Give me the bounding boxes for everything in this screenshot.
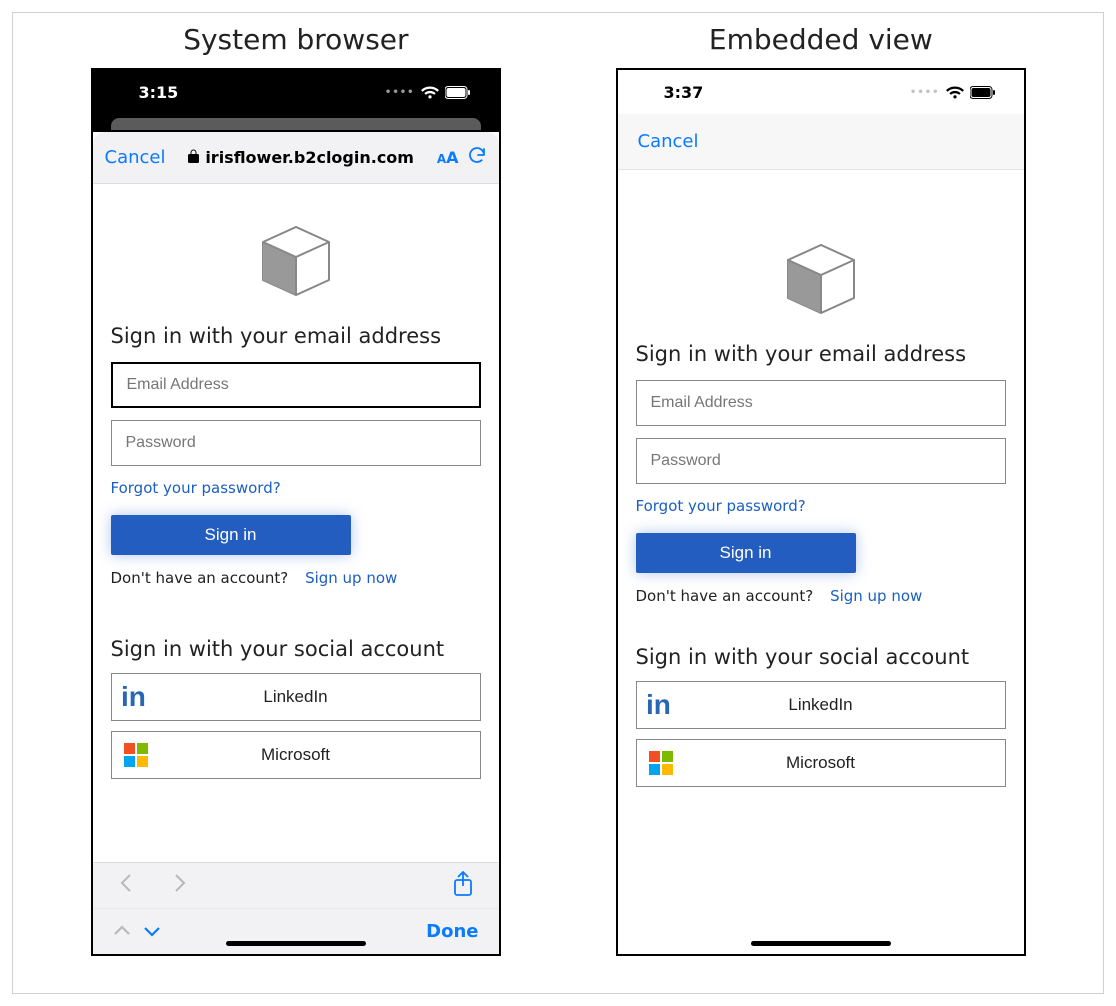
- no-account-text: Don't have an account?: [636, 587, 814, 605]
- microsoft-button[interactable]: Microsoft: [636, 739, 1006, 787]
- microsoft-label: Microsoft: [160, 745, 480, 765]
- comparison-container: System browser Embedded view 3:15 ••••: [12, 12, 1104, 994]
- microsoft-label: Microsoft: [685, 753, 1005, 773]
- status-time: 3:37: [664, 83, 704, 102]
- no-account-text: Don't have an account?: [111, 569, 289, 587]
- microsoft-button[interactable]: Microsoft: [111, 731, 481, 779]
- email-field[interactable]: [111, 362, 481, 408]
- url-text: irisflower.b2clogin.com: [205, 148, 414, 167]
- svg-text:in: in: [121, 683, 146, 711]
- page-content: Sign in with your email address Forgot y…: [618, 170, 1024, 954]
- cancel-button[interactable]: Cancel: [105, 147, 166, 168]
- email-field[interactable]: [636, 380, 1006, 426]
- refresh-button[interactable]: [467, 145, 487, 170]
- app-logo: [111, 222, 481, 300]
- lock-icon: [188, 149, 199, 167]
- status-bar: 3:37 ••••: [618, 70, 1024, 114]
- phone-system-browser: 3:15 •••• Cancel ir: [91, 68, 501, 956]
- safari-toolbar: [93, 862, 499, 908]
- done-button[interactable]: Done: [426, 921, 478, 942]
- social-heading: Sign in with your social account: [111, 637, 481, 661]
- share-button[interactable]: [453, 871, 473, 901]
- find-prev-button[interactable]: [113, 921, 131, 942]
- cancel-button[interactable]: Cancel: [638, 131, 699, 152]
- home-indicator: [751, 941, 891, 946]
- back-button[interactable]: [119, 873, 133, 899]
- reader-button[interactable]: AA: [437, 148, 459, 167]
- cellular-icon: ••••: [910, 87, 940, 98]
- safari-find-bar: Done: [93, 908, 499, 954]
- social-heading: Sign in with your social account: [636, 645, 1006, 669]
- forgot-password-link[interactable]: Forgot your password?: [111, 479, 281, 497]
- signup-link[interactable]: Sign up now: [830, 587, 922, 605]
- home-indicator: [226, 941, 366, 946]
- signin-button[interactable]: Sign in: [636, 533, 856, 573]
- title-embedded-view: Embedded view: [709, 23, 933, 56]
- page-content: Sign in with your email address Forgot y…: [93, 184, 499, 862]
- signin-heading: Sign in with your email address: [636, 342, 1006, 366]
- address-bar[interactable]: irisflower.b2clogin.com: [173, 148, 428, 167]
- forgot-password-link[interactable]: Forgot your password?: [636, 497, 806, 515]
- microsoft-icon: [637, 751, 685, 775]
- battery-icon: [970, 86, 996, 99]
- linkedin-icon: in: [112, 683, 160, 711]
- signin-heading: Sign in with your email address: [111, 324, 481, 348]
- safari-nav-bar: Cancel irisflower.b2clogin.com AA: [93, 132, 499, 184]
- battery-icon: [445, 86, 471, 99]
- linkedin-icon: in: [637, 691, 685, 719]
- svg-text:in: in: [646, 691, 671, 719]
- linkedin-button[interactable]: in LinkedIn: [111, 673, 481, 721]
- linkedin-label: LinkedIn: [160, 687, 480, 707]
- signup-row: Don't have an account? Sign up now: [111, 569, 481, 587]
- microsoft-icon: [112, 743, 160, 767]
- card-stack-background: [93, 114, 499, 132]
- signup-link[interactable]: Sign up now: [305, 569, 397, 587]
- status-bar: 3:15 ••••: [93, 70, 499, 114]
- forward-button[interactable]: [173, 873, 187, 899]
- status-time: 3:15: [139, 83, 179, 102]
- app-logo: [636, 240, 1006, 318]
- cellular-icon: ••••: [385, 87, 415, 98]
- linkedin-label: LinkedIn: [685, 695, 1005, 715]
- wifi-icon: [946, 86, 964, 99]
- password-field[interactable]: [636, 438, 1006, 484]
- password-field[interactable]: [111, 420, 481, 466]
- find-next-button[interactable]: [143, 921, 161, 942]
- title-system-browser: System browser: [183, 23, 408, 56]
- phone-embedded-view: 3:37 •••• Cancel: [616, 68, 1026, 956]
- signup-row: Don't have an account? Sign up now: [636, 587, 1006, 605]
- linkedin-button[interactable]: in LinkedIn: [636, 681, 1006, 729]
- wifi-icon: [421, 86, 439, 99]
- embedded-nav-bar: Cancel: [618, 114, 1024, 170]
- signin-button[interactable]: Sign in: [111, 515, 351, 555]
